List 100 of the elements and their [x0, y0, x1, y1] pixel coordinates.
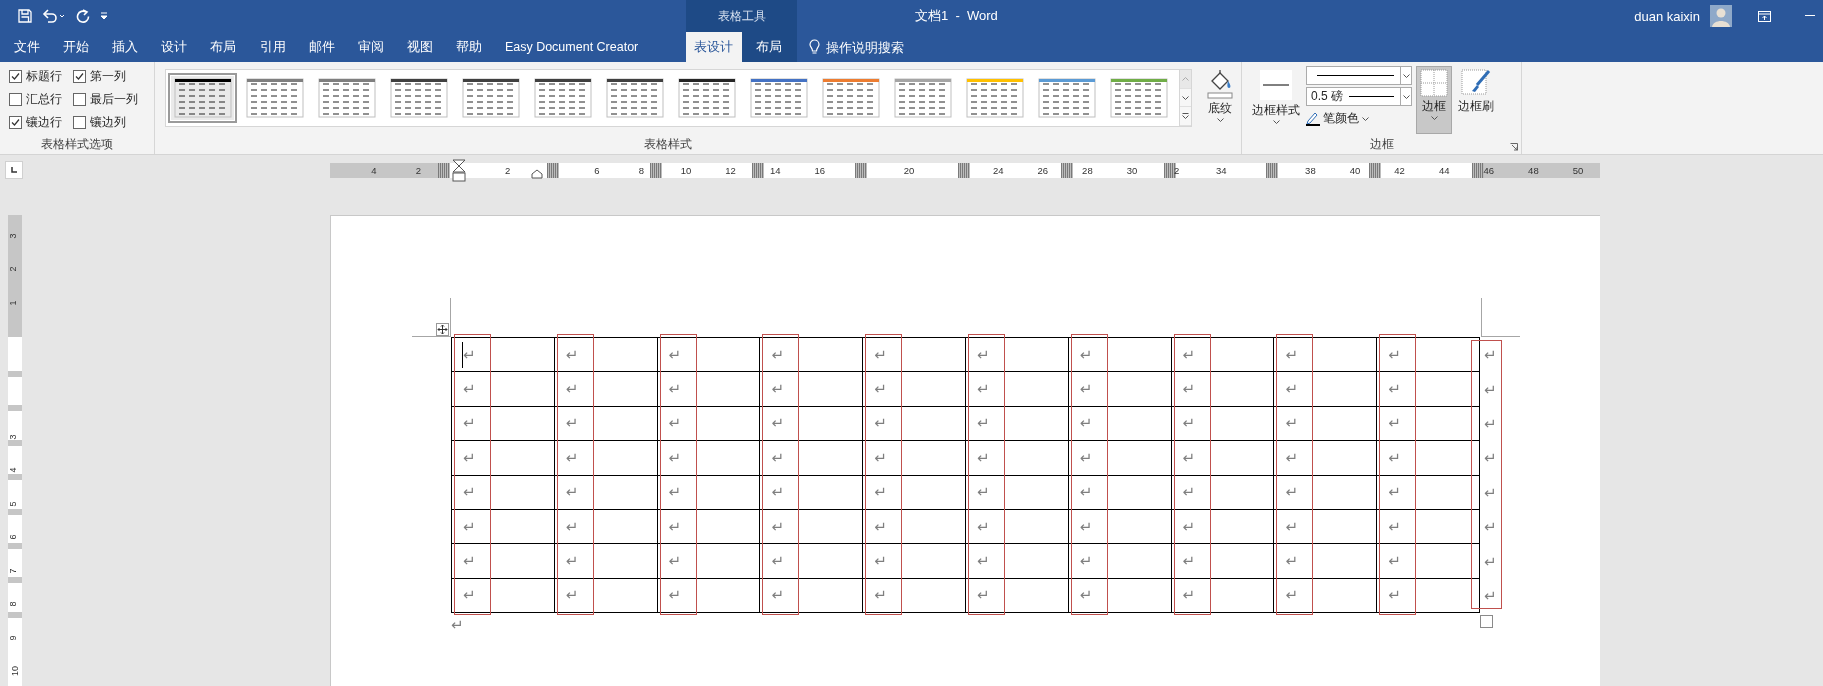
table-cell[interactable]: ↵ — [966, 578, 1069, 614]
right-indent-marker-icon[interactable] — [531, 169, 543, 179]
column-marker[interactable] — [1369, 163, 1382, 178]
table-cell[interactable]: ↵ — [554, 406, 658, 442]
ribbon-tab[interactable]: 设计 — [149, 32, 199, 62]
table-cell[interactable]: ↵ — [452, 475, 555, 510]
table-cell[interactable]: ↵ — [657, 406, 761, 442]
line-weight-dropdown[interactable]: 0.5 磅 — [1306, 87, 1412, 106]
ribbon-tab[interactable]: 文件 — [2, 32, 52, 62]
table-cell[interactable]: ↵ — [1171, 372, 1275, 407]
table-cell[interactable]: ↵ — [760, 406, 864, 442]
ribbon-tab[interactable]: 布局 — [198, 32, 248, 62]
redo-icon[interactable] — [76, 9, 90, 23]
table-style-thumbnail[interactable] — [168, 73, 237, 123]
table-cell[interactable]: ↵ — [1068, 338, 1172, 373]
table-cell[interactable]: ↵ — [1068, 509, 1172, 545]
table-cell[interactable]: ↵ — [1171, 406, 1275, 442]
table-cell[interactable]: ↵ — [863, 406, 966, 442]
ribbon-tab[interactable]: 布局 — [741, 32, 797, 62]
table-cell[interactable]: ↵ — [1377, 578, 1480, 614]
table-cell[interactable]: ↵ — [966, 338, 1069, 373]
table-cell[interactable]: ↵ — [966, 544, 1069, 579]
table-cell[interactable]: ↵ — [1274, 544, 1378, 579]
option-checkbox[interactable]: 标题行 — [9, 68, 73, 84]
table-cell[interactable]: ↵ — [1377, 475, 1480, 510]
table-cell[interactable]: ↵ — [966, 406, 1069, 442]
table-cell[interactable]: ↵ — [1068, 441, 1172, 476]
table-cell[interactable]: ↵ — [863, 441, 966, 476]
save-icon[interactable] — [18, 9, 32, 23]
more-styles-button[interactable] — [1180, 107, 1191, 126]
table-cell[interactable]: ↵ — [657, 578, 761, 614]
column-marker[interactable] — [1472, 163, 1484, 178]
table-cell[interactable]: ↵ — [1171, 578, 1275, 614]
table-cell[interactable]: ↵ — [760, 372, 864, 407]
border-painter-button[interactable]: 边框刷 — [1454, 66, 1498, 118]
column-marker[interactable] — [1163, 163, 1176, 178]
table-cell[interactable]: ↵ — [452, 578, 555, 614]
table-cell[interactable]: ↵ — [554, 441, 658, 476]
table-cell[interactable]: ↵ — [452, 509, 555, 545]
table-cell[interactable]: ↵ — [1377, 406, 1480, 442]
ribbon-tab[interactable]: 邮件 — [297, 32, 347, 62]
option-checkbox[interactable]: 第一列 — [73, 68, 143, 84]
table-resize-handle[interactable] — [1480, 615, 1493, 628]
table-cell[interactable]: ↵ — [1068, 578, 1172, 614]
table-move-handle-icon[interactable] — [436, 323, 449, 336]
ribbon-tab[interactable]: 审阅 — [346, 32, 396, 62]
table-cell[interactable]: ↵ — [760, 441, 864, 476]
table-cell[interactable]: ↵ — [1274, 475, 1378, 510]
table-cell[interactable]: ↵ — [1171, 441, 1275, 476]
table-cell[interactable]: ↵ — [1068, 406, 1172, 442]
table-cell[interactable]: ↵ — [863, 338, 966, 373]
table-cell[interactable]: ↵ — [554, 338, 658, 373]
undo-icon[interactable] — [42, 9, 66, 23]
table-cell[interactable]: ↵ — [1377, 338, 1480, 373]
option-checkbox[interactable]: 最后一列 — [73, 91, 143, 108]
indent-marker-icon[interactable] — [452, 159, 466, 183]
table-cell[interactable]: ↵ — [966, 509, 1069, 545]
pen-color-button[interactable]: 笔颜色 — [1306, 110, 1412, 127]
table-cell[interactable]: ↵ — [1377, 372, 1480, 407]
table-cell[interactable]: ↵ — [1068, 475, 1172, 510]
table-cell[interactable]: ↵ — [1171, 338, 1275, 373]
column-marker[interactable] — [855, 163, 868, 178]
table-cell[interactable]: ↵ — [1274, 578, 1378, 614]
table-cell[interactable]: ↵ — [863, 578, 966, 614]
column-marker[interactable] — [438, 163, 450, 178]
table-cell[interactable]: ↵ — [760, 509, 864, 545]
table-cell[interactable]: ↵ — [657, 544, 761, 579]
column-marker[interactable] — [958, 163, 970, 178]
table-cell[interactable]: ↵ — [966, 475, 1069, 510]
column-marker[interactable] — [546, 163, 559, 178]
ribbon-tab[interactable]: 开始 — [51, 32, 101, 62]
table-cell[interactable]: ↵ — [554, 544, 658, 579]
table-cell[interactable]: ↵ — [1171, 509, 1275, 545]
table-cell[interactable]: ↵ — [1377, 544, 1480, 579]
vertical-ruler[interactable]: 3 2 1 3 4 5 6 7 8 9 10 — [8, 215, 22, 686]
table-cell[interactable]: ↵ — [452, 544, 555, 579]
table-cell[interactable]: ↵ — [966, 441, 1069, 476]
table-cell[interactable]: ↵ — [760, 544, 864, 579]
column-marker[interactable] — [752, 163, 765, 178]
table-cell[interactable]: ↵ — [863, 509, 966, 545]
shading-button[interactable]: 底纹 — [1202, 66, 1238, 134]
table-cell[interactable]: ↵ — [1171, 475, 1275, 510]
option-checkbox[interactable]: 镶边行 — [9, 114, 73, 131]
scroll-down-button[interactable] — [1180, 88, 1191, 108]
ribbon-tab[interactable]: 表设计 — [686, 32, 742, 62]
table-cell[interactable]: ↵ — [760, 578, 864, 614]
table-cell[interactable]: ↵ — [863, 372, 966, 407]
column-marker[interactable] — [1266, 163, 1279, 178]
table-cell[interactable]: ↵ — [760, 338, 864, 373]
table-cell[interactable]: ↵ — [657, 475, 761, 510]
table-cell[interactable]: ↵ — [452, 372, 555, 407]
ribbon-tab[interactable]: 插入 — [100, 32, 150, 62]
option-checkbox[interactable]: 汇总行 — [9, 91, 73, 108]
dialog-launcher-icon[interactable] — [1510, 143, 1518, 151]
table-cell[interactable]: ↵ — [452, 406, 555, 442]
table-cell[interactable]: ↵ — [966, 372, 1069, 407]
borders-button[interactable]: 边框 — [1416, 66, 1452, 134]
table-cell[interactable]: ↵ — [554, 372, 658, 407]
table-cell[interactable]: ↵ — [1068, 372, 1172, 407]
table-cell[interactable]: ↵ — [657, 372, 761, 407]
